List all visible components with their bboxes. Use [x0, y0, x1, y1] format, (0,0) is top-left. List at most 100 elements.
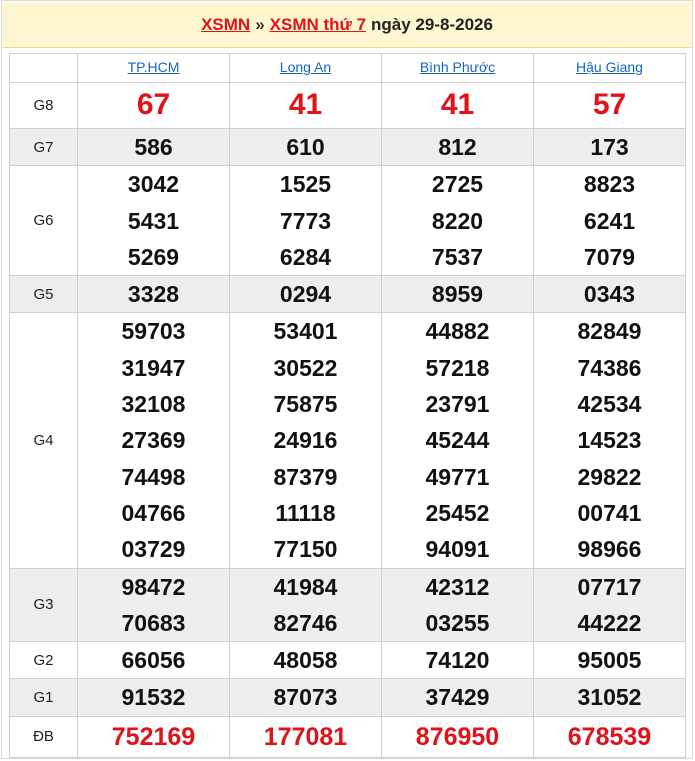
- prize-number: 30522: [273, 354, 338, 381]
- empty-header-cell: [9, 53, 78, 83]
- prize-number: 41: [288, 88, 323, 122]
- prize-number: 91532: [121, 684, 186, 711]
- prize-number: 74120: [425, 647, 490, 674]
- prize-number: 5431: [127, 207, 180, 234]
- prize-row-g3: G3 98472 70683 41984 82746 42312 03255 0…: [9, 567, 686, 643]
- prize-row-g6: G6 3042 5431 5269 1525 7773 6284 2725 82…: [9, 165, 686, 277]
- province-link-binh-phuoc[interactable]: Bình Phước: [420, 59, 495, 75]
- prize-number: 82746: [273, 609, 338, 636]
- prize-number: 03729: [121, 536, 186, 563]
- prize-number: 6241: [583, 207, 636, 234]
- draw-date: ngày 29-8-2026: [371, 15, 493, 34]
- prize-number: 31947: [121, 354, 186, 381]
- prize-number: 59703: [121, 318, 186, 345]
- breadcrumb-separator: »: [255, 15, 265, 34]
- prize-row-g8: G8 67 41 41 57: [9, 82, 686, 129]
- prize-number: 87379: [273, 463, 338, 490]
- prize-number: 74498: [121, 463, 186, 490]
- prize-number: 98472: [121, 573, 186, 600]
- prize-number: 48058: [273, 647, 338, 674]
- prize-number: 29822: [577, 463, 642, 490]
- prize-label: ĐB: [9, 715, 78, 758]
- prize-number: 23791: [425, 391, 490, 418]
- prize-number: 586: [134, 134, 173, 160]
- prize-number: 7079: [583, 243, 636, 270]
- xsmn-saturday-link[interactable]: XSMN thứ 7: [270, 15, 366, 35]
- prize-number: 77150: [273, 536, 338, 563]
- prize-number: 8959: [431, 281, 484, 308]
- prize-number: 44222: [577, 609, 642, 636]
- prize-number: 41: [440, 88, 475, 122]
- prize-row-g4: G4 59703 31947 32108 27369 74498 04766 0…: [9, 312, 686, 569]
- prize-row-g1: G1 91532 87073 37429 31052: [9, 678, 686, 717]
- prize-number: 812: [438, 134, 477, 160]
- xsmn-link[interactable]: XSMN: [201, 15, 250, 35]
- prize-number: 14523: [577, 427, 642, 454]
- prize-label: G4: [9, 312, 78, 569]
- province-link-long-an[interactable]: Long An: [280, 59, 331, 75]
- prize-number: 7773: [279, 207, 332, 234]
- prize-number: 678539: [567, 722, 652, 751]
- prize-number: 0343: [583, 281, 636, 308]
- lottery-results-table: TP.HCM Long An Bình Phước Hậu Giang G8 6…: [9, 53, 686, 758]
- prize-row-g5: G5 3328 0294 8959 0343: [9, 275, 686, 314]
- prize-number: 87073: [273, 684, 338, 711]
- prize-label: G6: [9, 165, 78, 277]
- prize-number: 177081: [263, 722, 348, 751]
- province-header-row: TP.HCM Long An Bình Phước Hậu Giang: [9, 53, 686, 83]
- province-link-tphcm[interactable]: TP.HCM: [128, 59, 180, 75]
- prize-number: 41984: [273, 573, 338, 600]
- province-link-hau-giang[interactable]: Hậu Giang: [576, 59, 643, 75]
- prize-number: 66056: [121, 647, 186, 674]
- prize-row-g7: G7 586 610 812 173: [9, 127, 686, 167]
- prize-number: 173: [590, 134, 629, 160]
- prize-number: 3328: [127, 281, 180, 308]
- prize-number: 2725: [431, 171, 484, 198]
- prize-number: 00741: [577, 499, 642, 526]
- prize-number: 07717: [577, 573, 642, 600]
- prize-number: 98966: [577, 536, 642, 563]
- prize-label: G1: [9, 678, 78, 717]
- prize-number: 67: [136, 88, 171, 122]
- prize-number: 42534: [577, 391, 642, 418]
- prize-number: 95005: [577, 647, 642, 674]
- prize-number: 74386: [577, 354, 642, 381]
- results-title-bar: XSMN » XSMN thứ 7 ngày 29-8-2026: [3, 3, 691, 48]
- prize-number: 32108: [121, 391, 186, 418]
- prize-number: 25452: [425, 499, 490, 526]
- prize-number: 31052: [577, 684, 642, 711]
- prize-number: 44882: [425, 318, 490, 345]
- prize-number: 70683: [121, 609, 186, 636]
- prize-number: 57: [592, 88, 627, 122]
- prize-label: G5: [9, 275, 78, 314]
- prize-number: 876950: [415, 722, 500, 751]
- prize-number: 0294: [279, 281, 332, 308]
- prize-label: G7: [9, 127, 78, 167]
- prize-number: 75875: [273, 391, 338, 418]
- prize-number: 82849: [577, 318, 642, 345]
- prize-number: 7537: [431, 243, 484, 270]
- prize-number: 27369: [121, 427, 186, 454]
- prize-number: 610: [286, 134, 325, 160]
- prize-number: 1525: [279, 171, 332, 198]
- prize-number: 752169: [111, 722, 196, 751]
- prize-number: 42312: [425, 573, 490, 600]
- prize-label: G2: [9, 641, 78, 680]
- prize-number: 5269: [127, 243, 180, 270]
- prize-number: 11118: [275, 499, 336, 526]
- prize-number: 8823: [583, 171, 636, 198]
- prize-number: 8220: [431, 207, 484, 234]
- prize-row-g2: G2 66056 48058 74120 95005: [9, 641, 686, 680]
- prize-number: 03255: [425, 609, 490, 636]
- prize-number: 45244: [425, 427, 490, 454]
- prize-number: 94091: [425, 536, 490, 563]
- prize-number: 3042: [127, 171, 180, 198]
- prize-number: 53401: [273, 318, 338, 345]
- prize-number: 37429: [425, 684, 490, 711]
- prize-label: G3: [9, 567, 78, 643]
- prize-number: 49771: [425, 463, 490, 490]
- prize-number: 57218: [425, 354, 490, 381]
- prize-number: 24916: [273, 427, 338, 454]
- prize-number: 04766: [121, 499, 186, 526]
- prize-row-special: ĐB 752169 177081 876950 678539: [9, 715, 686, 758]
